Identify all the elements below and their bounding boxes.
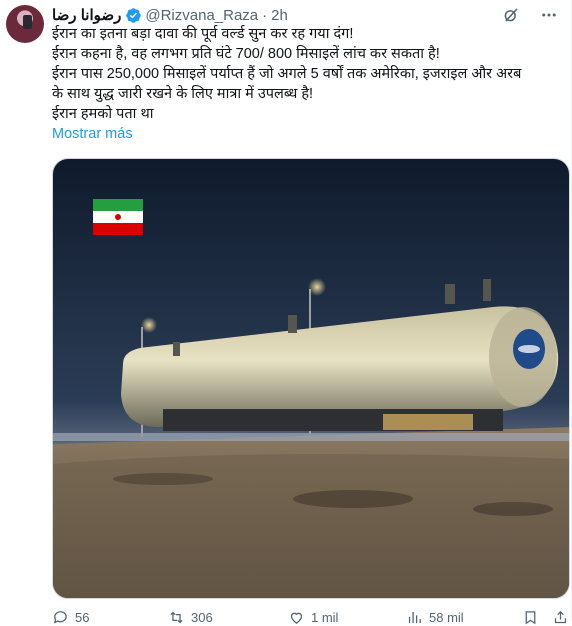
- verified-badge-icon: [126, 7, 142, 23]
- tweet-header: رضوانا رضا @Rizvana_Raza · 2h: [52, 5, 559, 25]
- bookmark-button[interactable]: [522, 609, 539, 626]
- reply-button[interactable]: 56: [52, 609, 89, 626]
- views-count: 58 mil: [429, 609, 464, 625]
- author-name[interactable]: رضوانا رضا: [52, 6, 121, 24]
- tweet-media-video[interactable]: [52, 158, 570, 599]
- grok-icon[interactable]: [501, 5, 521, 25]
- views-button[interactable]: 58 mil: [406, 609, 464, 626]
- like-button[interactable]: 1 mil: [288, 609, 338, 626]
- bookmark-icon: [525, 610, 536, 624]
- share-button[interactable]: [552, 609, 569, 626]
- repost-button[interactable]: 306: [168, 609, 213, 626]
- share-icon: [554, 610, 567, 623]
- tweet-text-line: ईरान पास 250,000 मिसाइलें पर्याप्त हैं ज…: [52, 66, 522, 82]
- tweet[interactable]: رضوانا رضا @Rizvana_Raza · 2h ईरान का इत…: [0, 0, 572, 626]
- iran-flag-image: [93, 199, 143, 235]
- tweet-text-line: ईरान का इतना बड़ा दावा की पूर्व वर्ल्ड स…: [52, 26, 354, 42]
- more-icon[interactable]: [539, 5, 559, 25]
- like-count: 1 mil: [311, 609, 339, 625]
- reply-count: 56: [75, 609, 90, 625]
- tweet-text-line: ईरान हमको पता था: [52, 106, 154, 122]
- author-handle[interactable]: @Rizvana_Raza: [145, 7, 258, 24]
- reply-icon: [53, 610, 67, 624]
- like-icon: [290, 612, 303, 624]
- tweet-text-line: ईरान कहना है, वह लगभग प्रति घंटे 700/ 80…: [52, 46, 440, 62]
- views-icon: [408, 611, 421, 623]
- avatar[interactable]: [6, 5, 44, 43]
- repost-icon: [170, 611, 183, 623]
- tweet-actions: 56 306 1 mil 58 mil: [52, 609, 570, 626]
- repost-count: 306: [191, 609, 213, 625]
- tweet-text: ईरान का इतना बड़ा दावा की पूर्व वर्ल्ड स…: [52, 24, 562, 124]
- timestamp[interactable]: 2h: [271, 7, 288, 24]
- video-frame-image: [53, 159, 569, 598]
- tweet-text-line: के साथ युद्ध जारी रखने के लिए मात्रा में…: [52, 86, 314, 102]
- separator-dot: ·: [262, 6, 268, 24]
- show-more-link[interactable]: Mostrar más: [52, 126, 133, 142]
